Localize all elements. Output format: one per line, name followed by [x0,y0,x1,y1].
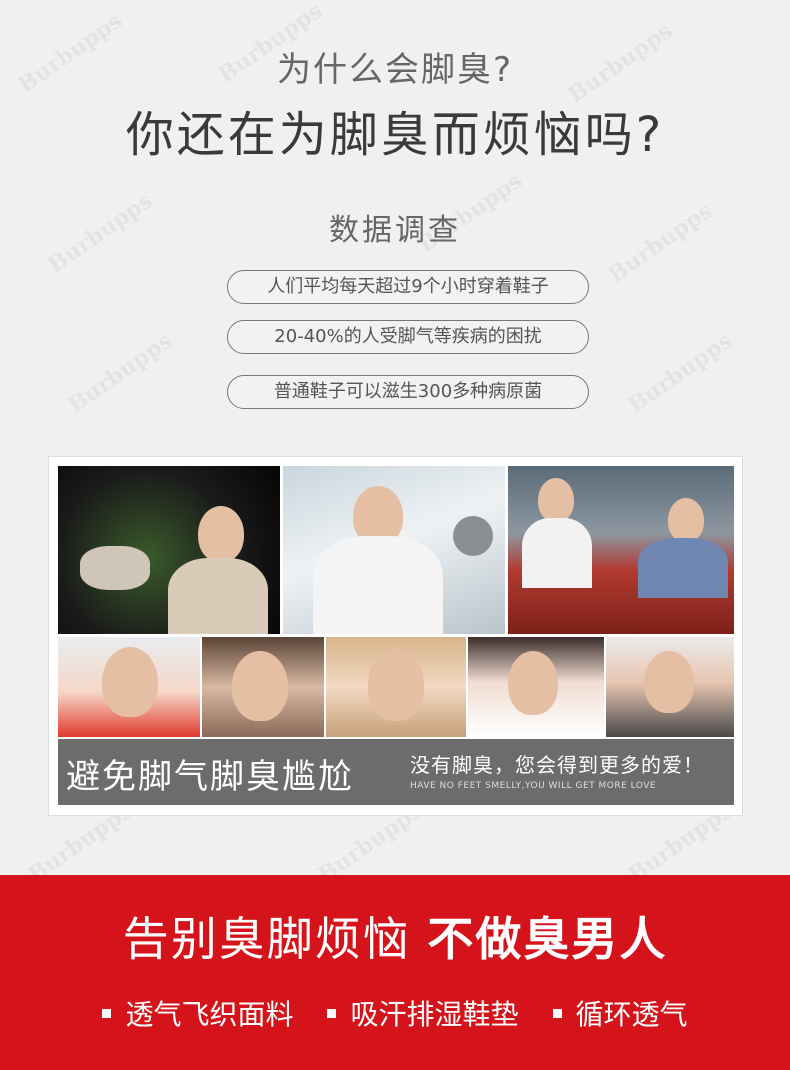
slogan-bold: 不做臭男人 [427,912,668,966]
photo-redhead-nose [606,637,734,737]
face-shape [232,651,288,721]
feature-item: 透气飞织面料 [102,993,293,1033]
face-shape [538,478,574,522]
face-shape [644,651,694,713]
shirt-shape [522,518,592,588]
survey-fact: 普通鞋子可以滋生300多种病原菌 [227,375,589,409]
photo-man-smelly-shoe [58,466,280,634]
shirt-shape [638,538,728,598]
survey-fact: 人们平均每天超过9个小时穿着鞋子 [227,270,589,304]
photo-collage: 避免脚气脚臭尴尬 没有脚臭，您会得到更多的爱！ HAVE NO FEET SME… [48,456,743,816]
feature-item: 循环透气 [552,993,688,1033]
banner-sub-text: 没有脚臭，您会得到更多的爱！ [410,753,704,777]
shirt-shape [168,558,268,634]
bullet-icon [102,1008,112,1018]
photo-man-pillow [283,466,505,634]
feature-list: 透气飞织面料 吸汗排湿鞋垫 循环透气 [0,993,790,1033]
face-shape [198,506,244,562]
survey-fact: 20-40%的人受脚气等疾病的困扰 [227,320,589,354]
bullet-icon [552,1008,562,1018]
slogan: 告别臭脚烦恼 不做臭男人 [0,903,790,969]
banner-main-text: 避免脚气脚臭尴尬 [66,757,354,797]
pillow-shape [313,536,443,634]
red-feature-band: 告别臭脚烦恼 不做臭男人 透气飞织面料 吸汗排湿鞋垫 循环透气 [0,875,790,1070]
feature-label: 透气飞织面料 [125,998,294,1031]
photo-blonde-nose [326,637,466,737]
feature-label: 循环透气 [575,998,688,1031]
feature-item: 吸汗排湿鞋垫 [327,993,519,1033]
slogan-light: 告别臭脚烦恼 [122,912,411,966]
photo-boy-nose [58,637,200,737]
face-shape [508,651,558,715]
shoe-shape [80,546,150,590]
face-shape [368,649,424,721]
photo-caption-banner: 避免脚气脚臭尴尬 没有脚臭，您会得到更多的爱！ HAVE NO FEET SME… [58,739,734,805]
photo-woman-nose [468,637,604,737]
question-large: 你还在为脚臭而烦恼吗? [125,107,665,163]
banner-english-text: HAVE NO FEET SMELLY,YOU WILL GET MORE LO… [410,781,657,791]
question-small: 为什么会脚臭? [276,50,514,90]
intro-section: 为什么会脚臭? 你还在为脚臭而烦恼吗? 数据调查 人们平均每天超过9个小时穿着鞋… [0,0,790,875]
survey-title: 数据调查 [329,213,461,248]
face-shape [668,498,704,542]
feature-label: 吸汗排湿鞋垫 [350,998,519,1031]
photo-couple-sofa [508,466,734,634]
clock-shape [453,516,493,556]
bullet-icon [327,1008,337,1018]
photo-woman-tissue [202,637,324,737]
face-shape [102,647,158,717]
